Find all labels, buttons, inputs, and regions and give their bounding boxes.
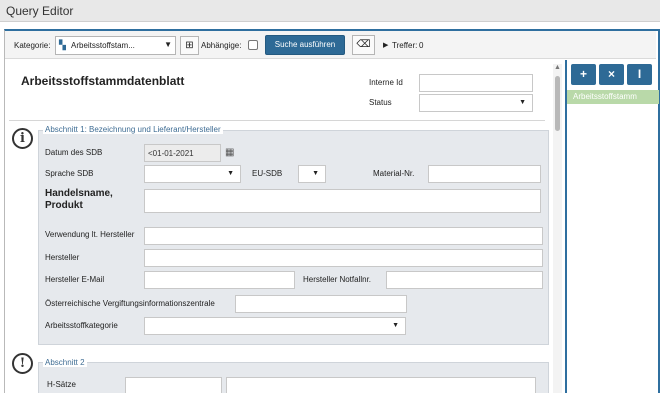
divider	[9, 120, 545, 121]
kategorie-select[interactable]: ▚ Arbeitsstoffstam... ▼	[55, 36, 176, 55]
hersteller-email-input[interactable]	[144, 271, 295, 289]
hersteller-input[interactable]	[144, 249, 543, 267]
category-icon: ▚	[59, 40, 66, 50]
handelsname-label-line1: Handelsname,	[45, 188, 113, 199]
side-panel: + × I Arbeitsstoffstamm	[565, 60, 659, 393]
verwendung-input[interactable]	[144, 227, 543, 245]
chevron-down-icon: ▼	[392, 322, 399, 329]
toolbar: Kategorie: ▚ Arbeitsstoffstam... ▼ ⊞ Abh…	[5, 31, 656, 59]
sprache-label: Sprache SDB	[45, 169, 94, 178]
play-icon: ▶	[383, 42, 389, 49]
kategorie-select-value: Arbeitsstoffstam...	[71, 41, 135, 50]
abhaengige-checkbox[interactable]	[248, 40, 258, 50]
status-select[interactable]: ▼	[419, 94, 533, 112]
handelsname-input[interactable]	[144, 189, 541, 213]
delete-button[interactable]: ×	[599, 64, 624, 85]
kategorie-label: Kategorie:	[14, 41, 51, 50]
datum-input[interactable]: <01-01-2021	[144, 144, 221, 162]
material-label: Material-Nr.	[373, 169, 415, 178]
chevron-down-icon: ▼	[227, 170, 234, 177]
arbeitsstoffkategorie-label: Arbeitsstoffkategorie	[45, 321, 118, 330]
chevron-down-icon: ▼	[519, 99, 526, 106]
window-titlebar: Query Editor	[0, 0, 660, 22]
arbeitsstoffkategorie-select[interactable]: ▼	[144, 317, 406, 335]
h-saetze-label: H-Sätze	[47, 380, 76, 389]
interne-id-label: Interne Id	[369, 78, 403, 87]
hierarchy-icon[interactable]: ⊞	[180, 36, 199, 55]
form-scrollbar[interactable]: ▲	[553, 64, 562, 393]
vergiftung-label: Österreichische Vergiftungsinformationsz…	[45, 299, 215, 308]
calendar-icon[interactable]: ▦	[225, 147, 234, 158]
section-2-legend: Abschnitt 2	[43, 358, 87, 367]
section-1-legend: Abschnitt 1: Bezeichnung und Lieferant/H…	[43, 125, 223, 134]
eu-sdb-label: EU-SDB	[252, 169, 283, 178]
status-label: Status	[369, 98, 392, 107]
window-title: Query Editor	[6, 4, 74, 18]
chevron-down-icon: ▼	[312, 170, 319, 177]
h-saetze-input[interactable]	[125, 377, 222, 393]
hersteller-notfall-input[interactable]	[386, 271, 543, 289]
list-item-arbeitsstoffstamm[interactable]: Arbeitsstoffstamm	[567, 90, 659, 104]
datum-value: <01-01-2021	[148, 149, 194, 158]
chevron-down-icon: ▼	[164, 40, 172, 49]
page-title: Arbeitsstoffstammdatenblatt	[21, 74, 185, 88]
hersteller-notfall-label: Hersteller Notfallnr.	[303, 275, 372, 284]
interne-id-input[interactable]	[419, 74, 533, 92]
eraser-icon[interactable]: ⌫	[352, 35, 375, 55]
datum-label: Datum des SDB	[45, 148, 103, 157]
form-area: Arbeitsstoffstammdatenblatt Interne Id S…	[6, 60, 552, 393]
verwendung-label: Verwendung lt. Hersteller	[45, 230, 135, 239]
search-button[interactable]: Suche ausführen	[265, 35, 345, 55]
info-icon: i	[12, 128, 33, 149]
treffer-label: Treffer:	[392, 41, 418, 50]
eu-sdb-select[interactable]: ▼	[298, 165, 326, 183]
scroll-up-icon[interactable]: ▲	[554, 64, 561, 71]
vergiftung-input[interactable]	[235, 295, 407, 313]
sprache-select[interactable]: ▼	[144, 165, 241, 183]
warning-icon: !	[12, 353, 33, 374]
treffer-count: 0	[419, 41, 424, 50]
hersteller-label: Hersteller	[45, 253, 80, 262]
h-saetze-text[interactable]	[226, 377, 536, 393]
handelsname-label-line2: Produkt	[45, 200, 83, 211]
hersteller-email-label: Hersteller E-Mail	[45, 275, 105, 284]
scrollbar-thumb[interactable]	[555, 76, 560, 131]
rename-button[interactable]: I	[627, 64, 652, 85]
material-input[interactable]	[428, 165, 541, 183]
add-button[interactable]: +	[571, 64, 596, 85]
abhaengige-label: Abhängige:	[201, 41, 242, 50]
